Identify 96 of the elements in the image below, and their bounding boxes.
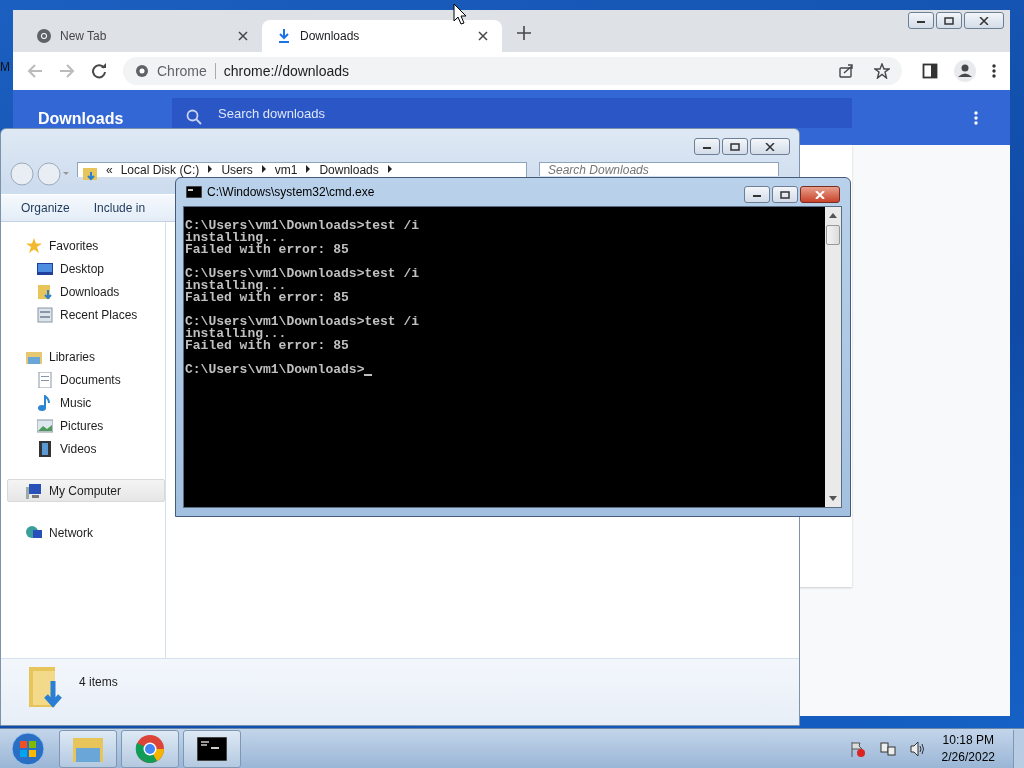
network-icon[interactable] [879,740,896,757]
nav-item[interactable]: Desktop [7,257,165,280]
minimize-button[interactable] [694,138,720,155]
item-count: 4 items [79,675,118,689]
chevron-icon[interactable] [260,165,267,173]
console-line: installing... [185,278,287,293]
console-line: C:\Users\vm1\Downloads>test /i [185,218,420,233]
minimize-button[interactable] [908,12,934,29]
clock[interactable]: 10:18 PM 2/26/2022 [941,733,995,764]
breadcrumb-item[interactable]: Downloads [319,163,379,177]
action-center-flag-icon[interactable] [849,740,866,757]
reload-icon[interactable] [91,63,107,79]
chrome-icon [135,733,165,764]
close-button[interactable] [800,186,840,203]
minimize-button[interactable] [744,186,770,203]
console-line: installing... [185,326,287,341]
desktop-icon [37,260,53,277]
close-button[interactable] [964,12,1004,29]
search-field[interactable]: Search downloads [172,98,852,128]
console-line: C:\Users\vm1\Downloads> [185,362,365,377]
breadcrumb-item[interactable]: Users [221,163,253,177]
console-line: C:\Users\vm1\Downloads>test /i [185,314,420,329]
toolbar-button[interactable]: Include in [87,199,152,217]
start-button[interactable] [11,731,45,766]
folder-icon [27,665,63,709]
nav-item[interactable]: Network [7,521,165,544]
star-icon [26,237,42,254]
nav-item[interactable]: Libraries [7,345,165,368]
maximize-button[interactable] [722,138,748,155]
nav-item[interactable]: Recent Places [7,303,165,326]
toolbar-button[interactable]: Organize [15,199,76,217]
chevron-icon[interactable] [386,165,393,173]
address-bar[interactable]: Chrome chrome://downloads [123,57,902,85]
side-panel-icon[interactable] [922,63,938,79]
download-icon [276,28,292,44]
folder-icon [37,283,53,300]
more-icon[interactable] [974,110,978,126]
console-icon [186,186,202,198]
maximize-icon [780,190,790,199]
chrome-icon [135,64,149,78]
maximize-button[interactable] [772,186,798,203]
search-icon [186,109,202,125]
nav-item[interactable]: Downloads [7,280,165,303]
picture-icon [37,417,53,434]
url-text: chrome://downloads [223,63,350,79]
close-icon [765,142,775,151]
mouse-pointer-icon [453,3,467,25]
chevron-icon[interactable] [305,165,312,173]
network-icon [26,524,42,541]
page-title: Downloads [38,110,125,128]
nav-item[interactable]: Documents [7,368,165,391]
maximize-icon [944,16,954,25]
nav-item[interactable]: Music [7,391,165,414]
speaker-icon[interactable] [909,740,926,757]
new-tab-icon[interactable] [517,26,531,40]
share-icon[interactable] [838,63,854,79]
desktop-icon-label: M [0,60,10,74]
scrollbar[interactable] [825,207,841,507]
film-icon [37,440,53,457]
overflow-chevron[interactable]: « [106,163,113,177]
music-note-icon [37,394,53,411]
maximize-icon [730,142,740,151]
search-field[interactable]: Search Downloads [539,162,779,176]
close-button[interactable] [750,138,790,155]
close-icon [815,190,825,199]
close-icon [979,16,989,25]
star-icon[interactable] [874,63,890,79]
text-cursor [364,374,373,376]
chevron-icon[interactable] [207,165,214,173]
nav-item[interactable]: My Computer [7,479,165,502]
console-line: installing... [185,230,287,245]
close-tab-icon[interactable] [478,31,488,41]
window-title: C:\Windows\system32\cmd.exe [207,185,375,199]
breadcrumb-item[interactable]: vm1 [274,163,298,177]
computer-icon [26,482,42,499]
recent-places-icon [37,306,53,323]
console-icon [197,736,227,761]
folder-icon [82,165,98,181]
taskbar-button[interactable] [183,729,241,768]
scroll-up-icon[interactable] [829,213,837,218]
profile-icon[interactable] [954,60,976,82]
maximize-button[interactable] [936,12,962,29]
nav-item[interactable]: Favorites [7,234,165,257]
chrome-icon [36,28,52,44]
site-label: Chrome [157,63,207,79]
scrollbar-thumb[interactable] [826,225,840,245]
console-line: C:\Users\vm1\Downloads>test /i [185,266,420,281]
menu-icon[interactable] [992,63,996,79]
document-icon [37,371,53,388]
close-tab-icon[interactable] [238,31,248,41]
nav-item[interactable]: Videos [7,437,165,460]
breadcrumb-item[interactable]: Local Disk (C:) [120,163,200,177]
scroll-down-icon[interactable] [829,496,837,501]
browser-tab[interactable]: New Tab [22,20,262,52]
nav-item[interactable]: Pictures [7,414,165,437]
browser-tab[interactable]: Downloads [262,20,502,52]
